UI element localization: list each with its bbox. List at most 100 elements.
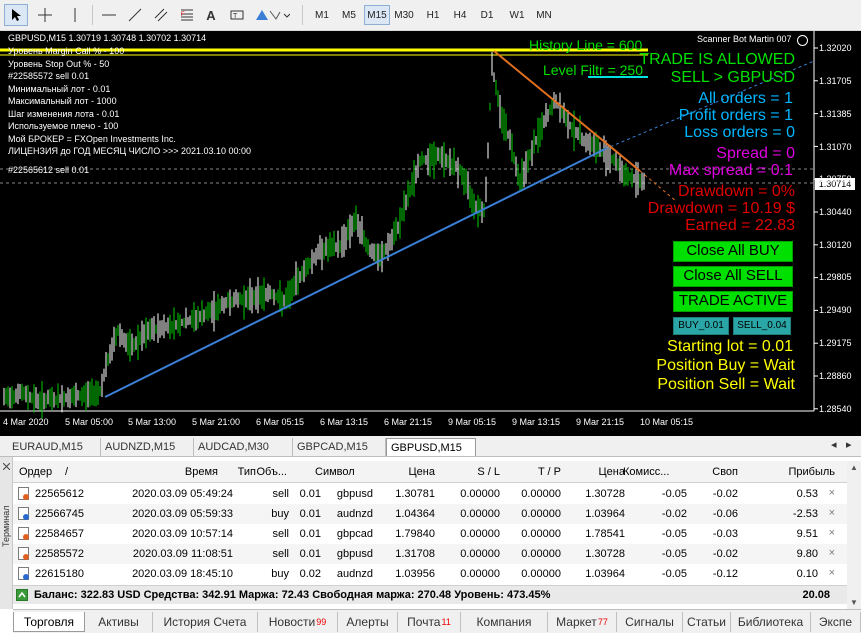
order-line-label: #22565612 sell 0.01: [8, 165, 90, 175]
terminal-tab-label: Торговля: [23, 614, 75, 629]
price-tick-label: 1.29490: [819, 305, 852, 315]
terminal-tab[interactable]: Статьи: [683, 612, 731, 632]
info-line: Уровень Margin Call % - 100: [8, 46, 125, 56]
sell-button[interactable]: SELL_0.04: [733, 317, 791, 335]
timeframe-m30-button[interactable]: M30: [391, 5, 417, 25]
info-line: Мой БРОКЕР = FXOpen Investments Inc.: [8, 134, 176, 144]
symbol-tab[interactable]: AUDCAD,M30: [194, 438, 293, 456]
column-header[interactable]: Объ...: [256, 466, 287, 478]
column-header[interactable]: Время: [185, 466, 218, 478]
timeframe-m5-button[interactable]: M5: [337, 5, 361, 25]
close-all-buy-button[interactable]: Close All BUY: [673, 241, 793, 262]
terminal-tab-label: Алерты: [346, 615, 389, 629]
table-row[interactable]: 22565612 2020.03.09 05:49:24 sell 0.01 gbpus…: [13, 484, 847, 504]
terminal-tab[interactable]: Активы: [85, 612, 153, 632]
terminal-tab[interactable]: Компания: [461, 612, 548, 632]
close-all-sell-button[interactable]: Close All SELL: [673, 266, 793, 287]
column-header[interactable]: Прибыль: [788, 466, 835, 478]
balance-row: Баланс: 322.83 USD Средства: 342.91 Марж…: [13, 585, 847, 604]
tab-scroll-right-icon[interactable]: ▸: [846, 438, 852, 451]
sell-order-icon: [18, 527, 29, 540]
text-icon[interactable]: A: [200, 4, 222, 26]
cell-profit: 9.51: [796, 528, 818, 540]
price-tick-label: 1.30120: [819, 240, 852, 250]
symbol-tab[interactable]: GBPCAD,M15: [293, 438, 386, 456]
vertical-line-icon[interactable]: [64, 4, 86, 26]
terminal-tab[interactable]: Торговля: [13, 612, 85, 632]
close-order-icon[interactable]: ×: [829, 547, 835, 559]
all-orders-label: All orders = 1: [698, 90, 793, 107]
timeframe-h1-button[interactable]: H1: [421, 5, 445, 25]
price-tick-label: 1.30750: [819, 174, 852, 184]
profit-orders-label: Profit orders = 1: [678, 107, 793, 124]
cell-commission: -0.02: [661, 508, 687, 520]
crosshair-icon[interactable]: [34, 4, 56, 26]
timeframe-d1-button[interactable]: D1: [475, 5, 499, 25]
column-header[interactable]: Своп: [712, 466, 738, 478]
timeframe-mn-button[interactable]: MN: [532, 5, 556, 25]
cell-commission: -0.05: [661, 488, 687, 500]
close-order-icon[interactable]: ×: [829, 507, 835, 519]
symbol-tab[interactable]: EURAUD,M15: [8, 438, 101, 456]
tab-scroll-left-icon[interactable]: ◂: [831, 438, 837, 451]
terminal-scrollbar[interactable]: ▲ ▼: [847, 461, 861, 609]
terminal-tab[interactable]: Сигналы: [617, 612, 683, 632]
timeframe-m1-button[interactable]: M1: [310, 5, 334, 25]
channel-icon[interactable]: [150, 4, 172, 26]
column-header[interactable]: Ордер: [19, 466, 52, 478]
price-tick-label: 1.28540: [819, 404, 852, 414]
terminal-tab[interactable]: Новости 99: [258, 612, 338, 632]
terminal-tab-label: Почта: [407, 615, 441, 629]
shapes-icon[interactable]: [252, 4, 292, 26]
close-icon[interactable]: [2, 461, 11, 471]
table-row[interactable]: 22585572 2020.03.09 11:08:51 sell 0.01 gbpus…: [13, 544, 847, 564]
cell-swap: -0.06: [712, 508, 738, 520]
close-order-icon[interactable]: ×: [829, 487, 835, 499]
terminal-tab[interactable]: История Счета: [153, 612, 258, 632]
column-header[interactable]: S / L: [477, 466, 500, 478]
earned-label: Earned = 22.83: [685, 217, 795, 234]
column-header[interactable]: Цена: [409, 466, 435, 478]
timeframe-h4-button[interactable]: H4: [448, 5, 472, 25]
terminal-tab[interactable]: Алерты: [338, 612, 398, 632]
trade-active-button[interactable]: TRADE ACTIVE: [673, 291, 793, 312]
level-filtr-label: Level Filtr = 250: [543, 62, 643, 78]
price-chart[interactable]: GBPUSD,M15 1.30719 1.30748 1.30702 1.307…: [0, 31, 861, 436]
timeframe-w1-button[interactable]: W1: [505, 5, 529, 25]
timeframe-m15-button[interactable]: M15: [364, 5, 390, 25]
column-header[interactable]: T / P: [538, 466, 561, 478]
label-icon[interactable]: T: [226, 4, 248, 26]
uptrend-line: [104, 148, 606, 398]
cell-order: 22566745: [35, 508, 84, 520]
info-line: #22585572 sell 0.01: [8, 71, 90, 81]
close-order-icon[interactable]: ×: [829, 527, 835, 539]
column-header[interactable]: Комисс...: [623, 466, 669, 478]
symbol-tab[interactable]: GBPUSD,M15: [386, 438, 476, 456]
table-row[interactable]: 22615180 2020.03.09 18:45:10 buy 0.02 audnzd…: [13, 564, 847, 584]
cell-sl: 0.00000: [460, 528, 500, 540]
terminal-tab[interactable]: Маркет 77: [548, 612, 617, 632]
terminal-tab-label: Компания: [476, 615, 532, 629]
column-header[interactable]: Цена: [599, 466, 625, 478]
close-order-icon[interactable]: ×: [829, 567, 835, 579]
column-header[interactable]: /: [65, 466, 68, 478]
cursor-icon[interactable]: [4, 4, 28, 26]
terminal-tab[interactable]: Почта 11: [398, 612, 461, 632]
time-tick-label: 5 Mar 05:00: [65, 417, 114, 427]
buy-button[interactable]: BUY_0.01: [673, 317, 729, 335]
scroll-down-icon[interactable]: ▼: [850, 598, 858, 607]
cell-type: sell: [272, 488, 289, 500]
terminal-tab[interactable]: Экспе: [811, 612, 861, 632]
price-tick-label: 1.29805: [819, 272, 852, 282]
column-header[interactable]: Тип: [238, 466, 256, 478]
trendline-icon[interactable]: [124, 4, 146, 26]
table-row[interactable]: 22566745 2020.03.09 05:59:33 buy 0.01 audnzd…: [13, 504, 847, 524]
table-row[interactable]: 22584657 2020.03.09 10:57:14 sell 0.01 gbpca…: [13, 524, 847, 544]
fibonacci-icon[interactable]: F: [176, 4, 198, 26]
horizontal-line-icon[interactable]: [98, 4, 120, 26]
cell-profit: -2.53: [792, 508, 818, 520]
scroll-up-icon[interactable]: ▲: [850, 463, 858, 472]
terminal-tab[interactable]: Библиотека: [731, 612, 811, 632]
column-header[interactable]: Символ: [315, 466, 355, 478]
symbol-tab[interactable]: AUDNZD,M15: [101, 438, 194, 456]
